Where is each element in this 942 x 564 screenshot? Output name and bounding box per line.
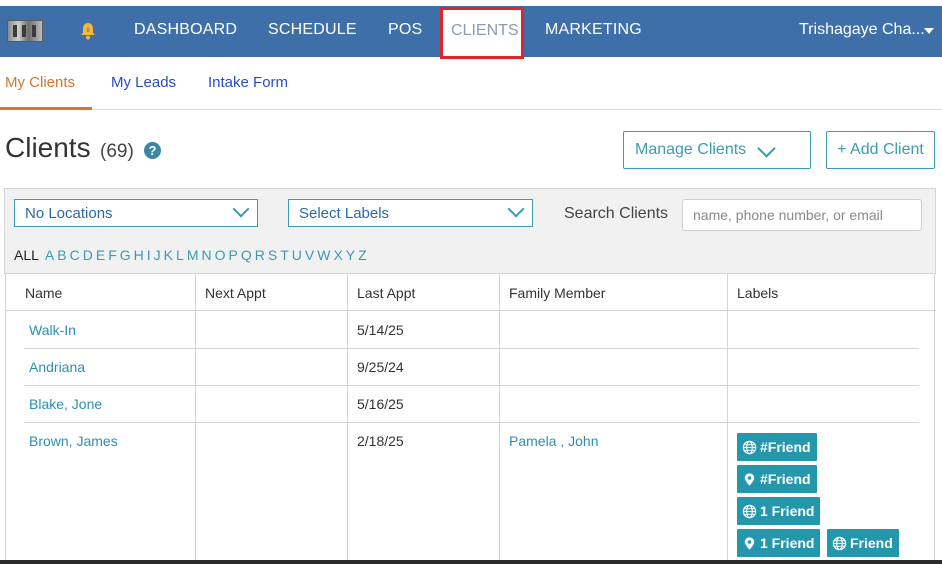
nav-pos[interactable]: POS bbox=[388, 21, 422, 39]
bottom-edge-bar bbox=[0, 560, 942, 564]
tab-intake-form[interactable]: Intake Form bbox=[208, 74, 288, 91]
alpha-letter[interactable]: U bbox=[292, 247, 302, 263]
page-title: Clients bbox=[5, 132, 91, 163]
row-divider bbox=[24, 385, 919, 386]
alpha-letter[interactable]: D bbox=[83, 247, 93, 263]
alpha-letter[interactable]: W bbox=[317, 247, 330, 263]
sub-tabs: My Clients My Leads Intake Form bbox=[0, 57, 942, 110]
alpha-letter[interactable]: L bbox=[176, 247, 184, 263]
chevron-down-icon bbox=[757, 139, 776, 158]
alpha-all[interactable]: ALL bbox=[14, 247, 39, 263]
filter-panel: No Locations Select Labels Search Client… bbox=[4, 188, 936, 274]
column-divider bbox=[195, 274, 196, 564]
alpha-letter[interactable]: J bbox=[154, 247, 161, 263]
caret-down-icon[interactable] bbox=[924, 28, 934, 34]
column-header-last-appt[interactable]: Last Appt bbox=[357, 285, 415, 301]
nav-marketing[interactable]: MARKETING bbox=[545, 21, 642, 39]
client-count: (69) bbox=[100, 141, 134, 162]
location-pin-icon bbox=[744, 473, 755, 486]
column-header-next-appt[interactable]: Next Appt bbox=[205, 285, 266, 301]
nav-schedule[interactable]: SCHEDULE bbox=[268, 21, 357, 39]
column-header-name[interactable]: Name bbox=[25, 285, 62, 301]
alpha-letter[interactable]: T bbox=[280, 247, 289, 263]
column-divider bbox=[347, 274, 348, 564]
alpha-letter[interactable]: H bbox=[134, 247, 144, 263]
alpha-letter[interactable]: I bbox=[147, 247, 151, 263]
label-text: 1 Friend bbox=[760, 503, 815, 519]
client-name-link[interactable]: Andriana bbox=[29, 359, 85, 375]
row-divider bbox=[24, 422, 919, 423]
client-name-link[interactable]: Blake, Jone bbox=[29, 396, 102, 412]
label-badge[interactable]: 1 Friend bbox=[737, 497, 821, 525]
label-badge[interactable]: #Friend bbox=[737, 433, 817, 461]
user-menu[interactable]: Trishagaye Cha... bbox=[799, 21, 925, 39]
column-divider bbox=[499, 274, 500, 564]
last-appt-cell: 9/25/24 bbox=[357, 359, 404, 375]
alpha-letter[interactable]: O bbox=[215, 247, 226, 263]
client-name-link[interactable]: Walk-In bbox=[29, 322, 76, 338]
last-appt-cell: 5/14/25 bbox=[357, 322, 404, 338]
alpha-letter[interactable]: P bbox=[229, 247, 238, 263]
location-pin-icon bbox=[744, 537, 755, 550]
help-icon[interactable]: ? bbox=[144, 142, 161, 159]
nav-clients[interactable]: CLIENTS bbox=[451, 22, 519, 40]
search-input[interactable] bbox=[682, 199, 922, 231]
label-badge[interactable]: Friend bbox=[827, 529, 899, 557]
alpha-letter[interactable]: E bbox=[96, 247, 105, 263]
chevron-down-icon bbox=[232, 200, 250, 218]
alpha-letter[interactable]: C bbox=[70, 247, 80, 263]
globe-icon bbox=[742, 504, 757, 519]
globe-icon bbox=[742, 440, 757, 455]
alpha-letter[interactable]: N bbox=[201, 247, 211, 263]
alpha-letter[interactable]: Y bbox=[346, 247, 355, 263]
label-badge[interactable]: #Friend bbox=[737, 465, 817, 493]
clients-table: Name Next Appt Last Appt Family Member L… bbox=[5, 274, 936, 564]
table-header: Name Next Appt Last Appt Family Member L… bbox=[6, 274, 936, 311]
label-text: #Friend bbox=[760, 439, 811, 455]
labels-select[interactable]: Select Labels bbox=[288, 199, 533, 227]
client-name-link[interactable]: Brown, James bbox=[29, 433, 118, 449]
bell-icon[interactable]: 9 bbox=[80, 22, 96, 40]
alpha-letter[interactable]: G bbox=[120, 247, 131, 263]
alpha-letter[interactable]: X bbox=[333, 247, 342, 263]
chevron-down-icon bbox=[507, 200, 525, 218]
column-header-family-member[interactable]: Family Member bbox=[509, 285, 605, 301]
locations-select-value: No Locations bbox=[25, 205, 113, 222]
manage-clients-label: Manage Clients bbox=[635, 141, 747, 158]
label-text: #Friend bbox=[760, 471, 811, 487]
alpha-letter[interactable]: Q bbox=[241, 247, 252, 263]
alpha-letter[interactable]: M bbox=[187, 247, 199, 263]
nav-dashboard[interactable]: DASHBOARD bbox=[134, 21, 237, 39]
alpha-letter[interactable]: B bbox=[57, 247, 66, 263]
active-tab-underline bbox=[0, 107, 92, 110]
alpha-letter[interactable]: V bbox=[305, 247, 314, 263]
alpha-letter[interactable]: F bbox=[108, 247, 117, 263]
label-text: 1 Friend bbox=[760, 535, 815, 551]
label-badge[interactable]: 1 Friend bbox=[737, 529, 821, 557]
locations-select[interactable]: No Locations bbox=[14, 199, 258, 227]
search-label: Search Clients bbox=[564, 205, 669, 222]
label-text: Friend bbox=[850, 535, 893, 551]
alpha-letter[interactable]: Z bbox=[358, 247, 367, 263]
globe-icon bbox=[832, 536, 847, 551]
add-client-button[interactable]: + Add Client bbox=[826, 131, 935, 169]
tab-my-clients[interactable]: My Clients bbox=[5, 74, 75, 91]
alphabet-filter: ALL A B C D E F G H I J K L M N O P Q R S T U V W X Y Z bbox=[14, 247, 370, 263]
row-divider bbox=[24, 348, 919, 349]
labels-select-value: Select Labels bbox=[299, 205, 390, 222]
column-header-labels[interactable]: Labels bbox=[737, 285, 778, 301]
column-divider bbox=[727, 274, 728, 564]
alpha-letter[interactable]: S bbox=[268, 247, 277, 263]
last-appt-cell: 2/18/25 bbox=[357, 433, 404, 449]
tab-my-leads[interactable]: My Leads bbox=[111, 74, 176, 91]
business-logo[interactable] bbox=[7, 20, 43, 42]
last-appt-cell: 5/16/25 bbox=[357, 396, 404, 412]
family-member-cell[interactable]: Pamela , John bbox=[509, 433, 599, 449]
alpha-letter[interactable]: R bbox=[255, 247, 265, 263]
manage-clients-button[interactable]: Manage Clients bbox=[623, 131, 811, 169]
alpha-letter[interactable]: K bbox=[164, 247, 173, 263]
alpha-letter[interactable]: A bbox=[45, 247, 54, 263]
